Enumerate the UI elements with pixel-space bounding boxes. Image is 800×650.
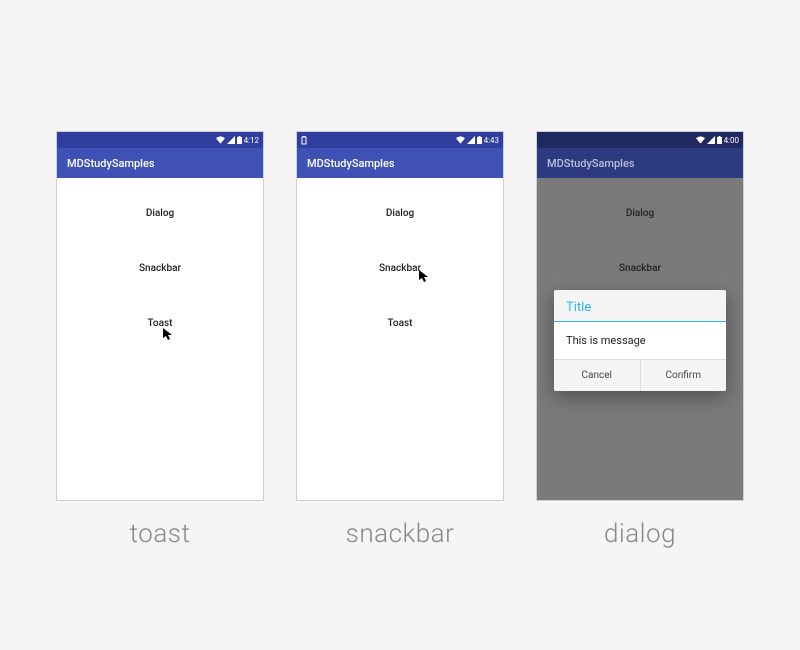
notification-icon — [301, 136, 307, 145]
content-area: Dialog Snackbar Toast — [297, 178, 503, 500]
dialog-actions: Cancel Confirm — [554, 359, 726, 391]
toast-button[interactable]: Toast — [388, 318, 413, 329]
column-snackbar: 4:43 MDStudySamples Dialog Snackbar Toas… — [296, 131, 504, 549]
caption-dialog: dialog — [604, 519, 676, 549]
alert-dialog: Title This is message Cancel Confirm — [554, 290, 726, 391]
battery-icon — [477, 136, 482, 144]
app-bar: MDStudySamples — [57, 148, 263, 178]
dialog-button[interactable]: Dialog — [146, 208, 174, 219]
phone-snackbar: 4:43 MDStudySamples Dialog Snackbar Toas… — [296, 131, 504, 501]
confirm-button[interactable]: Confirm — [640, 360, 727, 391]
app-bar: MDStudySamples — [297, 148, 503, 178]
signal-icon — [707, 136, 715, 144]
caption-toast: toast — [130, 519, 191, 549]
content-area: Dialog Snackbar Toast — [57, 178, 263, 500]
app-title: MDStudySamples — [547, 157, 635, 170]
wifi-icon — [216, 136, 225, 144]
phone-toast: 4:12 MDStudySamples Dialog Snackbar Toas… — [56, 131, 264, 501]
snackbar-button[interactable]: Snackbar — [379, 263, 421, 274]
signal-icon — [467, 136, 475, 144]
phone-dialog: 4:00 MDStudySamples Dialog Snackbar Toas… — [536, 131, 744, 501]
wifi-icon — [696, 136, 705, 144]
wifi-icon — [456, 136, 465, 144]
status-bar: 4:00 — [537, 132, 743, 148]
status-bar: 4:12 — [57, 132, 263, 148]
status-time: 4:00 — [724, 136, 739, 145]
app-bar: MDStudySamples — [537, 148, 743, 178]
column-toast: 4:12 MDStudySamples Dialog Snackbar Toas… — [56, 131, 264, 549]
dialog-title: Title — [554, 290, 726, 322]
status-time: 4:43 — [484, 136, 499, 145]
toast-button[interactable]: Toast — [148, 318, 173, 329]
status-bar: 4:43 — [297, 132, 503, 148]
cancel-button[interactable]: Cancel — [554, 360, 640, 391]
dialog-button[interactable]: Dialog — [386, 208, 414, 219]
screenshot-row: 4:12 MDStudySamples Dialog Snackbar Toas… — [56, 131, 744, 549]
battery-icon — [237, 136, 242, 144]
app-title: MDStudySamples — [307, 157, 395, 170]
dialog-overlay[interactable]: Title This is message Cancel Confirm — [537, 178, 743, 500]
cursor-icon — [163, 328, 173, 343]
dialog-message: This is message — [554, 322, 726, 359]
snackbar-button[interactable]: Snackbar — [139, 263, 181, 274]
battery-icon — [717, 136, 722, 144]
signal-icon — [227, 136, 235, 144]
caption-snackbar: snackbar — [346, 519, 455, 549]
status-time: 4:12 — [244, 136, 259, 145]
column-dialog: 4:00 MDStudySamples Dialog Snackbar Toas… — [536, 131, 744, 549]
app-title: MDStudySamples — [67, 157, 155, 170]
